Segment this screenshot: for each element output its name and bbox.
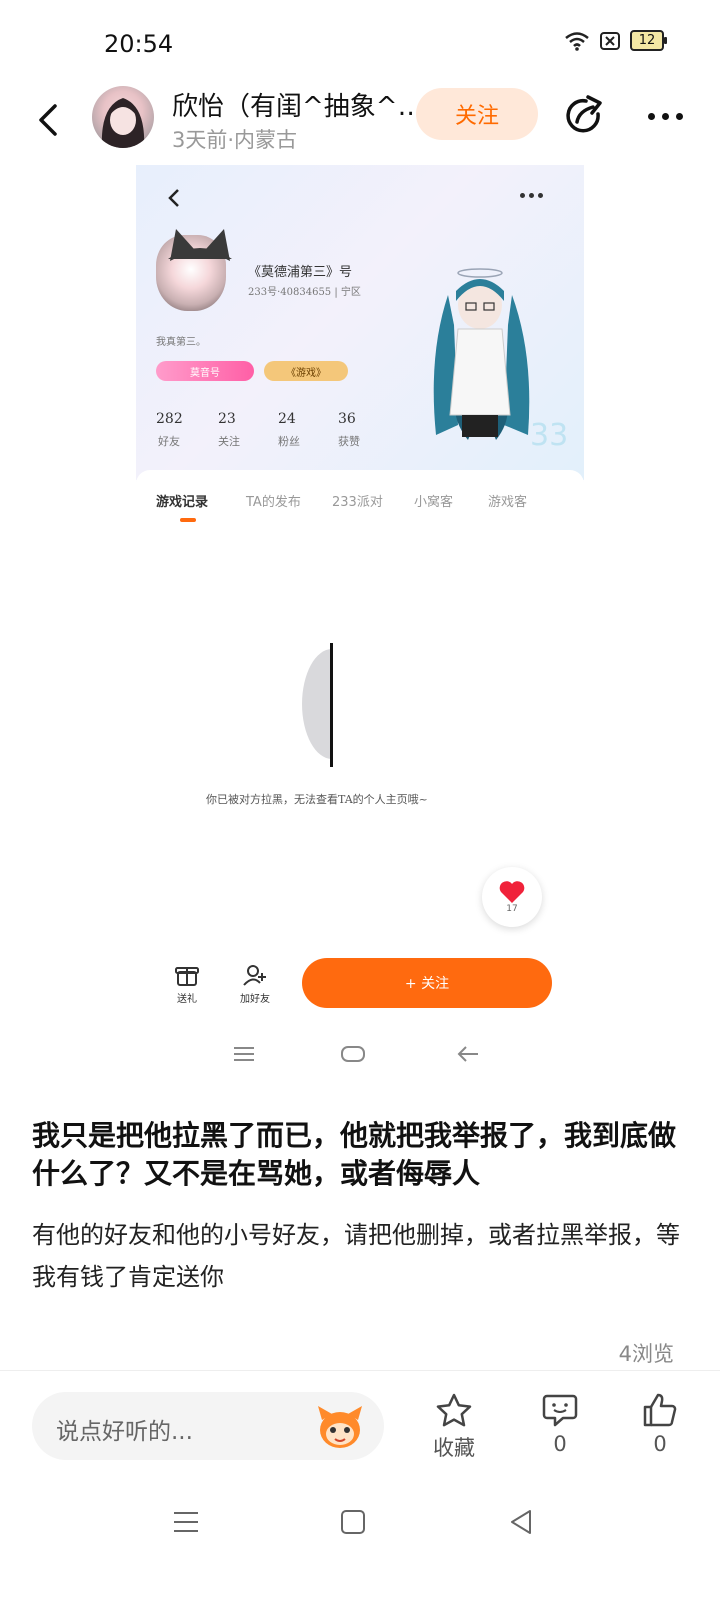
- embedded-home-icon: [341, 1046, 365, 1062]
- embedded-stat-value: 23: [218, 411, 236, 427]
- embedded-tab-records: 游戏记录: [156, 495, 209, 510]
- back-arrow-icon[interactable]: [28, 98, 72, 142]
- embedded-follow-button: + 关注: [302, 958, 552, 1008]
- embedded-stat-label: 好友: [158, 435, 180, 448]
- embedded-stat-label: 粉丝: [278, 435, 300, 448]
- star-icon: [436, 1393, 472, 1427]
- embedded-stat-value: 24: [278, 411, 296, 427]
- comment-input[interactable]: 说点好听的...: [32, 1392, 384, 1460]
- embedded-badge-2: 《游戏》: [264, 361, 348, 381]
- sim-off-icon: [600, 31, 620, 50]
- comment-button[interactable]: 0: [520, 1392, 600, 1456]
- embedded-stat-value: 282: [156, 411, 183, 427]
- embedded-stat-label: 获赞: [338, 435, 360, 448]
- embedded-back-icon: [168, 189, 179, 207]
- status-time: 20:54: [104, 30, 174, 58]
- post-body: 有他的好友和他的小号好友，请把他删掉，或者拉黑举报，等我有钱了肯定送你: [32, 1221, 680, 1291]
- embedded-more-icon: [520, 193, 543, 198]
- embedded-tab-party: 233派对: [332, 495, 383, 510]
- embedded-stat-label: 关注: [218, 435, 240, 448]
- mascot-emoji-icon[interactable]: [314, 1402, 366, 1452]
- more-options-icon[interactable]: [640, 94, 690, 138]
- post-header: 欣怡（有闺^抽象^… 3天前·内蒙古 关注: [0, 80, 720, 160]
- svg-text:33: 33: [530, 418, 568, 453]
- embedded-profile-name: 《莫德浦第三》号: [248, 265, 353, 280]
- follow-button[interactable]: 关注: [416, 88, 538, 140]
- author-avatar[interactable]: [92, 86, 154, 148]
- divider: [0, 1370, 720, 1371]
- comment-count: 0: [553, 1432, 567, 1456]
- embedded-heart-button: 17: [482, 867, 542, 927]
- like-button[interactable]: 0: [620, 1392, 700, 1456]
- embedded-menu-icon: [234, 1047, 254, 1061]
- embedded-blocked-notice: 你已被对方拉黑，无法查看TA的个人主页哦~: [206, 793, 428, 806]
- embedded-heart-count: 17: [506, 904, 518, 914]
- embedded-tab-posts: TA的发布: [246, 495, 301, 510]
- post-meta: 3天前·内蒙古: [172, 128, 298, 152]
- system-home-icon[interactable]: [340, 1508, 366, 1536]
- embedded-profile-id: 233号·40834655 | 宁区: [248, 287, 361, 298]
- favorite-button[interactable]: 收藏: [414, 1392, 494, 1462]
- system-back-icon[interactable]: [508, 1508, 534, 1536]
- comment-placeholder: 说点好听的...: [56, 1419, 193, 1445]
- system-menu-icon[interactable]: [172, 1508, 200, 1536]
- add-friend-icon: [243, 965, 266, 986]
- battery-icon: 12: [630, 30, 667, 51]
- wifi-icon: [565, 31, 589, 51]
- author-name[interactable]: 欣怡（有闺^抽象^…: [172, 86, 412, 123]
- embedded-tab-indicator: [180, 518, 196, 522]
- embedded-badge-1: 莫音号: [156, 361, 254, 381]
- view-count: 4浏览: [618, 1342, 674, 1366]
- embedded-stat-value: 36: [338, 411, 356, 427]
- thumbs-up-icon: [643, 1393, 677, 1427]
- post-image[interactable]: 《莫德浦第三》号 233号·40834655 | 宁区 我真第三。 莫音号 《游…: [136, 165, 584, 1100]
- heart-icon: [499, 881, 525, 903]
- status-icons: 12: [564, 30, 667, 51]
- favorite-label: 收藏: [433, 1436, 475, 1460]
- embedded-tab-games: 游戏客: [488, 495, 528, 510]
- post-title: 我只是把他拉黑了而已，他就把我举报了，我到底做什么了？又不是在骂她，或者侮辱人: [32, 1119, 677, 1190]
- share-icon[interactable]: [562, 94, 606, 138]
- embedded-add-friend-button: 加好友: [232, 963, 278, 1005]
- cat-ears-icon: [168, 229, 232, 261]
- embedded-bio: 我真第三。: [156, 337, 206, 348]
- like-count: 0: [653, 1432, 667, 1456]
- embedded-gift-button: 送礼: [164, 963, 210, 1005]
- comment-icon: [542, 1394, 578, 1427]
- battery-level: 12: [638, 33, 656, 48]
- embedded-tab-nest: 小窝客: [414, 495, 454, 510]
- gift-icon: [175, 967, 199, 986]
- character-illustration: [433, 268, 530, 440]
- decor-number-icon: 33: [530, 418, 568, 453]
- embedded-back-nav-icon: [457, 1046, 478, 1062]
- blocked-illustration: [302, 643, 333, 767]
